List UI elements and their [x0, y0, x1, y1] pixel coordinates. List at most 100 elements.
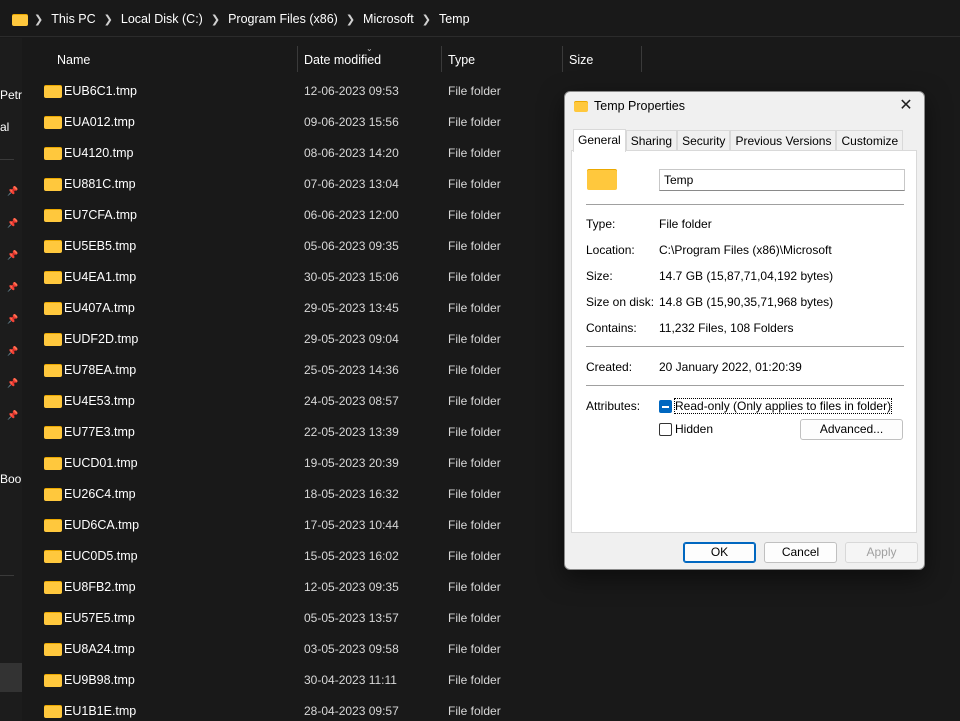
file-type: File folder	[448, 301, 501, 315]
file-row[interactable]: EU881C.tmp 07-06-2023 13:04 File folder	[36, 169, 566, 200]
cancel-button[interactable]: Cancel	[764, 542, 837, 563]
file-row[interactable]: EU8FB2.tmp 12-05-2023 09:35 File folder	[36, 572, 566, 603]
tab-previous-versions[interactable]: Previous Versions	[730, 130, 837, 151]
tab-customize[interactable]: Customize	[836, 130, 904, 151]
advanced-button[interactable]: Advanced...	[800, 419, 903, 440]
column-divider[interactable]	[562, 46, 563, 72]
file-name[interactable]: EU881C.tmp	[64, 177, 136, 191]
file-row[interactable]: EUDF2D.tmp 29-05-2023 09:04 File folder	[36, 324, 566, 355]
file-name[interactable]: EU77E3.tmp	[64, 425, 135, 439]
breadcrumb-program-files[interactable]: Program Files (x86)	[228, 12, 338, 26]
folder-icon	[44, 145, 62, 160]
file-row[interactable]: EU57E5.tmp 05-05-2023 13:57 File folder	[36, 603, 566, 634]
hidden-checkbox[interactable]	[659, 423, 672, 436]
file-type: File folder	[448, 239, 501, 253]
file-name[interactable]: EU9B98.tmp	[64, 673, 135, 687]
file-name[interactable]: EU8A24.tmp	[64, 642, 135, 656]
folder-icon	[44, 114, 62, 129]
file-row[interactable]: EUCD01.tmp 19-05-2023 20:39 File folder	[36, 448, 566, 479]
close-icon[interactable]: ✕	[896, 96, 916, 116]
file-name[interactable]: EU8FB2.tmp	[64, 580, 136, 594]
folder-icon	[44, 703, 62, 718]
column-divider[interactable]	[441, 46, 442, 72]
file-name[interactable]: EU78EA.tmp	[64, 363, 136, 377]
readonly-checkbox[interactable]	[659, 400, 672, 413]
nav-item-label[interactable]: Boo	[0, 472, 22, 486]
tab-sharing[interactable]: Sharing	[625, 130, 678, 151]
nav-item-label[interactable]: al	[0, 120, 22, 134]
chevron-right-icon[interactable]: ❯	[346, 13, 355, 26]
file-row[interactable]: EU26C4.tmp 18-05-2023 16:32 File folder	[36, 479, 566, 510]
file-name[interactable]: EUA012.tmp	[64, 115, 135, 129]
file-name[interactable]: EUB6C1.tmp	[64, 84, 137, 98]
chevron-right-icon[interactable]: ❯	[211, 13, 220, 26]
tab-general[interactable]: General	[573, 129, 626, 152]
file-date-modified: 28-04-2023 09:57	[304, 704, 399, 718]
file-name[interactable]: EUDF2D.tmp	[64, 332, 138, 346]
file-row[interactable]: EUB6C1.tmp 12-06-2023 09:53 File folder	[36, 76, 566, 107]
file-date-modified: 30-04-2023 11:11	[304, 673, 397, 687]
nav-item-label[interactable]: Petr	[0, 88, 22, 102]
file-name[interactable]: EUC0D5.tmp	[64, 549, 138, 563]
pin-icon: 📌	[7, 378, 19, 388]
file-row[interactable]: EUA012.tmp 09-06-2023 15:56 File folder	[36, 107, 566, 138]
properties-dialog: Temp Properties ✕ General Sharing Securi…	[564, 91, 925, 570]
file-date-modified: 05-05-2023 13:57	[304, 611, 399, 625]
file-name[interactable]: EUCD01.tmp	[64, 456, 138, 470]
file-type: File folder	[448, 84, 501, 98]
chevron-right-icon[interactable]: ❯	[104, 13, 113, 26]
file-row[interactable]: EUC0D5.tmp 15-05-2023 16:02 File folder	[36, 541, 566, 572]
file-name[interactable]: EU4120.tmp	[64, 146, 133, 160]
nav-item-selected[interactable]	[0, 663, 22, 692]
file-name[interactable]: EU4E53.tmp	[64, 394, 135, 408]
file-name[interactable]: EUD6CA.tmp	[64, 518, 139, 532]
folder-icon	[44, 300, 62, 315]
folder-icon	[44, 579, 62, 594]
location-value: C:\Program Files (x86)\Microsoft	[659, 243, 832, 257]
apply-button[interactable]: Apply	[845, 542, 918, 563]
folder-icon	[587, 166, 617, 190]
breadcrumb-microsoft[interactable]: Microsoft	[363, 12, 414, 26]
file-row[interactable]: EU78EA.tmp 25-05-2023 14:36 File folder	[36, 355, 566, 386]
file-row[interactable]: EU4120.tmp 08-06-2023 14:20 File folder	[36, 138, 566, 169]
file-date-modified: 24-05-2023 08:57	[304, 394, 399, 408]
file-name[interactable]: EU57E5.tmp	[64, 611, 135, 625]
chevron-right-icon[interactable]: ❯	[422, 13, 431, 26]
column-divider[interactable]	[641, 46, 642, 72]
size-on-disk-value: 14.8 GB (15,90,35,71,968 bytes)	[659, 295, 834, 309]
folder-name-input[interactable]	[659, 169, 905, 191]
address-bar[interactable]: ❯ This PC ❯ Local Disk (C:) ❯ Program Fi…	[0, 0, 960, 37]
file-name[interactable]: EU4EA1.tmp	[64, 270, 136, 284]
ok-button[interactable]: OK	[683, 542, 756, 563]
file-row[interactable]: EU4E53.tmp 24-05-2023 08:57 File folder	[36, 386, 566, 417]
file-name[interactable]: EU7CFA.tmp	[64, 208, 137, 222]
breadcrumb-local-disk[interactable]: Local Disk (C:)	[121, 12, 203, 26]
file-row[interactable]: EU5EB5.tmp 05-06-2023 09:35 File folder	[36, 231, 566, 262]
column-header-size[interactable]: Size	[569, 53, 593, 79]
size-value: 14.7 GB (15,87,71,04,192 bytes)	[659, 269, 834, 283]
file-name[interactable]: EU26C4.tmp	[64, 487, 136, 501]
file-row[interactable]: EUD6CA.tmp 17-05-2023 10:44 File folder	[36, 510, 566, 541]
file-row[interactable]: EU7CFA.tmp 06-06-2023 12:00 File folder	[36, 200, 566, 231]
readonly-label[interactable]: Read-only (Only applies to files in fold…	[673, 398, 893, 414]
file-row[interactable]: EU8A24.tmp 03-05-2023 09:58 File folder	[36, 634, 566, 665]
folder-icon	[44, 486, 62, 501]
file-row[interactable]: EU1B1E.tmp 28-04-2023 09:57 File folder	[36, 696, 566, 721]
breadcrumb-temp[interactable]: Temp	[439, 12, 470, 26]
column-divider[interactable]	[297, 46, 298, 72]
tab-security[interactable]: Security	[677, 130, 731, 151]
file-name[interactable]: EU407A.tmp	[64, 301, 135, 315]
dialog-tabs: General Sharing Security Previous Versio…	[573, 129, 904, 152]
folder-icon	[44, 641, 62, 656]
file-name[interactable]: EU1B1E.tmp	[64, 704, 136, 718]
file-row[interactable]: EU9B98.tmp 30-04-2023 11:11 File folder	[36, 665, 566, 696]
file-row[interactable]: EU4EA1.tmp 30-05-2023 15:06 File folder	[36, 262, 566, 293]
file-name[interactable]: EU5EB5.tmp	[64, 239, 136, 253]
file-row[interactable]: EU77E3.tmp 22-05-2023 13:39 File folder	[36, 417, 566, 448]
file-row[interactable]: EU407A.tmp 29-05-2023 13:45 File folder	[36, 293, 566, 324]
breadcrumb-this-pc[interactable]: This PC	[51, 12, 95, 26]
hidden-label[interactable]: Hidden	[675, 422, 713, 436]
chevron-right-icon[interactable]: ❯	[34, 13, 43, 26]
pin-icon: 📌	[7, 346, 19, 356]
file-type: File folder	[448, 394, 501, 408]
